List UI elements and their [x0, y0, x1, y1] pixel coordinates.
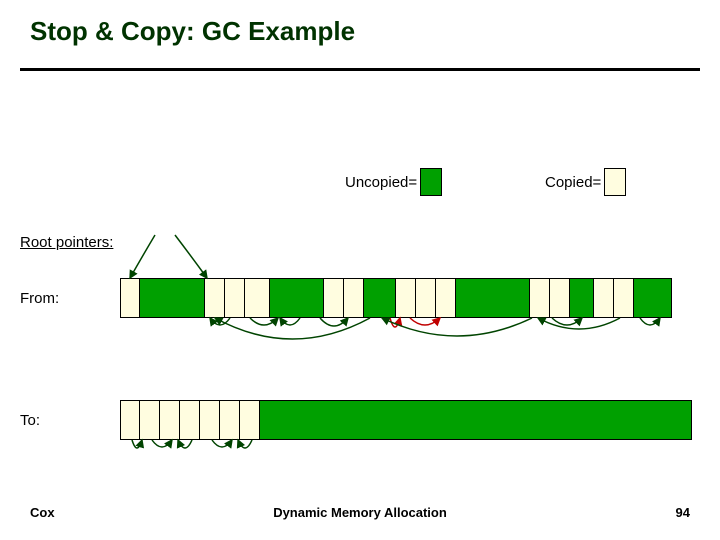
heap-cell: [396, 278, 416, 318]
heap-cell: [416, 278, 436, 318]
to-heap: [120, 400, 692, 440]
heap-cell: [270, 278, 324, 318]
heap-cell: [160, 400, 180, 440]
heap-cell: [344, 278, 364, 318]
heap-cell: [225, 278, 245, 318]
title-underline: [20, 68, 700, 71]
heap-cell: [634, 278, 672, 318]
legend-uncopied-label: Uncopied=: [345, 174, 417, 191]
heap-cell: [570, 278, 594, 318]
heap-cell: [456, 278, 530, 318]
heap-cell: [180, 400, 200, 440]
legend-uncopied: Uncopied=: [345, 168, 442, 196]
legend-copied: Copied=: [545, 168, 626, 196]
heap-cell: [530, 278, 550, 318]
footer-page-number: 94: [676, 505, 690, 520]
to-label: To:: [20, 412, 40, 429]
heap-cell: [550, 278, 570, 318]
root-pointers-label: Root pointers:: [20, 234, 113, 251]
heap-cell: [220, 400, 240, 440]
legend-copied-swatch: [604, 168, 626, 196]
arrow-overlay: [0, 0, 720, 540]
heap-cell: [200, 400, 220, 440]
from-label: From:: [20, 290, 59, 307]
heap-cell: [120, 278, 140, 318]
footer-title: Dynamic Memory Allocation: [0, 505, 720, 520]
heap-cell: [120, 400, 140, 440]
heap-cell: [324, 278, 344, 318]
heap-cell: [614, 278, 634, 318]
heap-cell: [140, 278, 205, 318]
heap-cell: [364, 278, 396, 318]
heap-cell: [140, 400, 160, 440]
heap-cell: [436, 278, 456, 318]
legend-copied-label: Copied=: [545, 174, 601, 191]
heap-cell: [245, 278, 270, 318]
heap-cell: [205, 278, 225, 318]
heap-cell: [240, 400, 260, 440]
heap-cell: [594, 278, 614, 318]
heap-cell: [260, 400, 692, 440]
from-heap: [120, 278, 692, 318]
page-title: Stop & Copy: GC Example: [30, 16, 355, 47]
legend-uncopied-swatch: [420, 168, 442, 196]
